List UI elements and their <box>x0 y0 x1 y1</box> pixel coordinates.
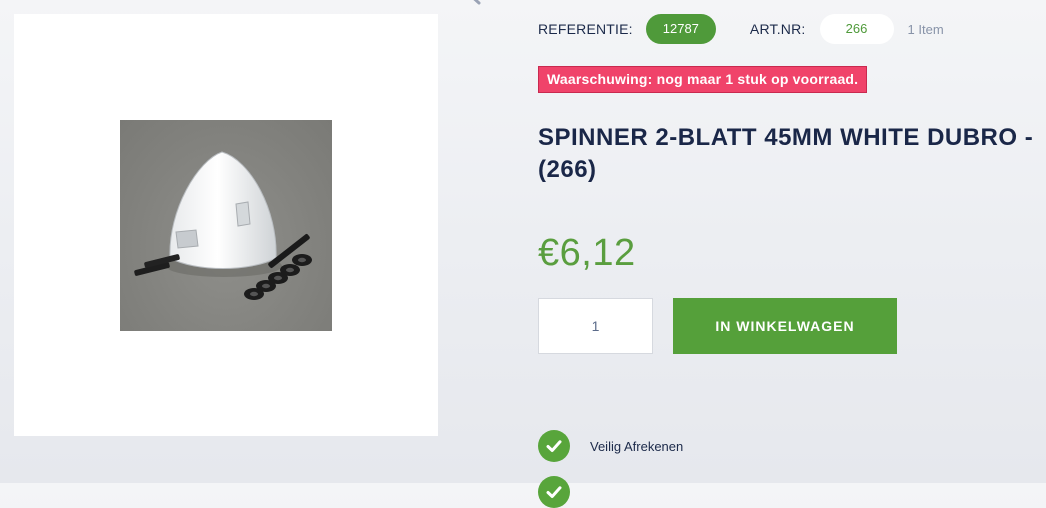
quantity-input[interactable] <box>538 298 653 354</box>
product-photo[interactable] <box>120 120 332 331</box>
product-title: SPINNER 2-BLATT 45MM WHITE DUBRO - (266) <box>538 124 1034 183</box>
usp-label: Veilig Afrekenen <box>590 438 684 454</box>
check-icon <box>538 476 570 508</box>
art-number-badge: 266 <box>819 14 894 44</box>
product-price: €6,12 <box>538 232 636 274</box>
stock-warning-badge: Waarschuwing: nog maar 1 stuk op voorraa… <box>538 66 868 93</box>
usp-item: Veilig Afrekenen <box>538 430 683 462</box>
product-meta-row: REFERENTIE: 12787 ART.NR: 266 1 Item <box>538 14 944 44</box>
art-number-label: ART.NR: <box>749 21 806 37</box>
reference-badge: 12787 <box>645 14 716 44</box>
item-count: 1 Item <box>907 21 944 37</box>
reference-label: REFERENTIE: <box>538 21 633 37</box>
product-image-panel[interactable] <box>14 14 438 436</box>
check-icon <box>538 430 570 462</box>
add-to-cart-button[interactable]: IN WINKELWAGEN <box>673 298 897 354</box>
usp-item <box>538 476 590 508</box>
zoom-icon[interactable] <box>446 0 486 12</box>
